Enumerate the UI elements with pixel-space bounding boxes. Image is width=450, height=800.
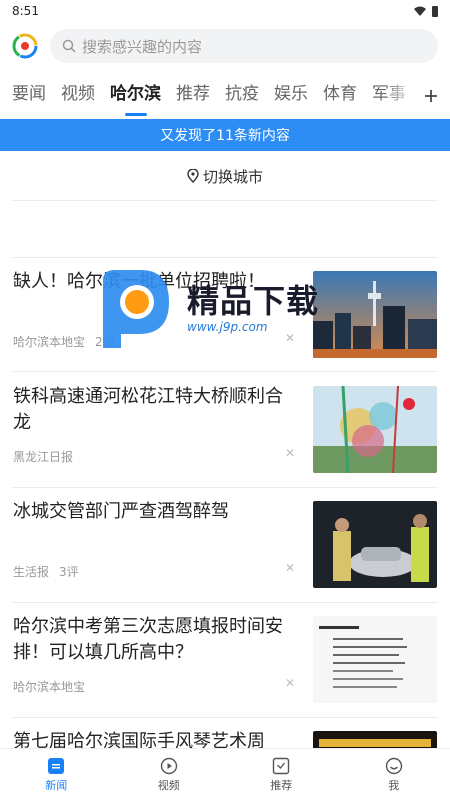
refresh-banner: 又发现了11条新内容 — [0, 119, 450, 151]
news-meta: 哈尔滨本地宝 2评 — [13, 333, 115, 350]
news-item[interactable]: 哈尔滨中考第三次志愿填报时间安排！可以填几所高中？ 哈尔滨本地宝 ✕ — [0, 604, 450, 718]
recommend-icon — [273, 757, 290, 774]
top-bar: 搜索感兴趣的内容 — [0, 26, 450, 66]
nav-news-label: 新闻 — [45, 778, 68, 792]
nav-recommend[interactable]: 推荐 — [225, 749, 338, 800]
news-title: 铁科高速通河松花江特大桥顺利合龙 — [13, 386, 283, 433]
nav-news[interactable]: 新闻 — [0, 749, 113, 800]
news-title: 哈尔滨中考第三次志愿填报时间安排！可以填几所高中？ — [13, 616, 283, 663]
news-source: 哈尔滨本地宝 — [13, 680, 86, 694]
news-item[interactable]: 冰城交管部门严查酒驾醉驾 生活报 3评 ✕ — [0, 489, 450, 603]
divider — [12, 371, 438, 372]
news-thumbnail-document — [313, 616, 437, 703]
tab-video[interactable]: 视频 — [61, 76, 95, 116]
news-icon — [48, 757, 65, 774]
plus-icon — [425, 90, 437, 102]
news-thumbnail-police — [313, 501, 437, 588]
status-bar: 8:51 — [0, 0, 450, 22]
tab-entertainment[interactable]: 娱乐 — [274, 76, 308, 116]
divider — [12, 200, 438, 201]
news-thumbnail-city — [313, 271, 437, 358]
status-time: 8:51 — [12, 4, 39, 18]
news-thumbnail-bridge — [313, 386, 437, 473]
city-switch-button[interactable]: 切换城市 — [0, 160, 450, 192]
close-icon[interactable]: ✕ — [285, 331, 295, 345]
nav-video[interactable]: 视频 — [113, 749, 226, 800]
profile-smile-icon — [385, 757, 402, 774]
bottom-nav: 新闻 视频 推荐 我 — [0, 748, 450, 800]
news-source: 生活报 — [13, 565, 50, 579]
news-item[interactable]: 铁科高速通河松花江特大桥顺利合龙 黑龙江日报 ✕ — [0, 374, 450, 488]
news-source: 黑龙江日报 — [13, 450, 74, 464]
divider — [12, 717, 438, 718]
news-title: 缺人！哈尔滨一批单位招聘啦！ — [13, 271, 265, 292]
add-channel-button[interactable] — [412, 76, 450, 116]
location-pin-icon — [187, 169, 199, 183]
nav-recommend-label: 推荐 — [270, 778, 293, 792]
close-icon[interactable]: ✕ — [285, 561, 295, 575]
app-logo-icon[interactable] — [12, 33, 38, 59]
close-icon[interactable]: ✕ — [285, 676, 295, 690]
tab-anti-epidemic[interactable]: 抗疫 — [225, 76, 259, 116]
divider — [12, 487, 438, 488]
tab-fade — [384, 76, 414, 116]
search-input[interactable]: 搜索感兴趣的内容 — [50, 29, 438, 63]
status-icons — [414, 5, 438, 17]
nav-me[interactable]: 我 — [338, 749, 450, 800]
tab-yaowen[interactable]: 要闻 — [12, 76, 46, 116]
news-meta: 哈尔滨本地宝 — [13, 678, 85, 695]
nav-video-label: 视频 — [157, 778, 180, 792]
divider — [12, 602, 438, 603]
search-placeholder: 搜索感兴趣的内容 — [82, 37, 203, 56]
news-title: 冰城交管部门严查酒驾醉驾 — [13, 501, 229, 522]
search-icon — [62, 39, 76, 53]
nav-me-label: 我 — [388, 778, 400, 792]
close-icon[interactable]: ✕ — [285, 446, 295, 460]
battery-icon — [432, 5, 438, 17]
divider — [12, 257, 438, 258]
news-source: 哈尔滨本地宝 — [13, 335, 86, 349]
news-comments: 2评 — [95, 335, 115, 349]
city-switch-label: 切换城市 — [202, 167, 263, 186]
video-play-icon — [160, 757, 177, 774]
wifi-icon — [414, 6, 426, 16]
tab-harbin[interactable]: 哈尔滨 — [110, 76, 161, 116]
tab-sports[interactable]: 体育 — [323, 76, 357, 116]
category-tabs: 要闻 视频 哈尔滨 推荐 抗疫 娱乐 体育 军事 — [0, 76, 450, 116]
news-comments: 3评 — [59, 565, 79, 579]
news-item[interactable]: 缺人！哈尔滨一批单位招聘啦！ 哈尔滨本地宝 2评 ✕ — [0, 259, 450, 373]
news-meta: 黑龙江日报 — [13, 448, 73, 465]
news-meta: 生活报 3评 — [13, 563, 79, 580]
tab-recommend[interactable]: 推荐 — [176, 76, 210, 116]
